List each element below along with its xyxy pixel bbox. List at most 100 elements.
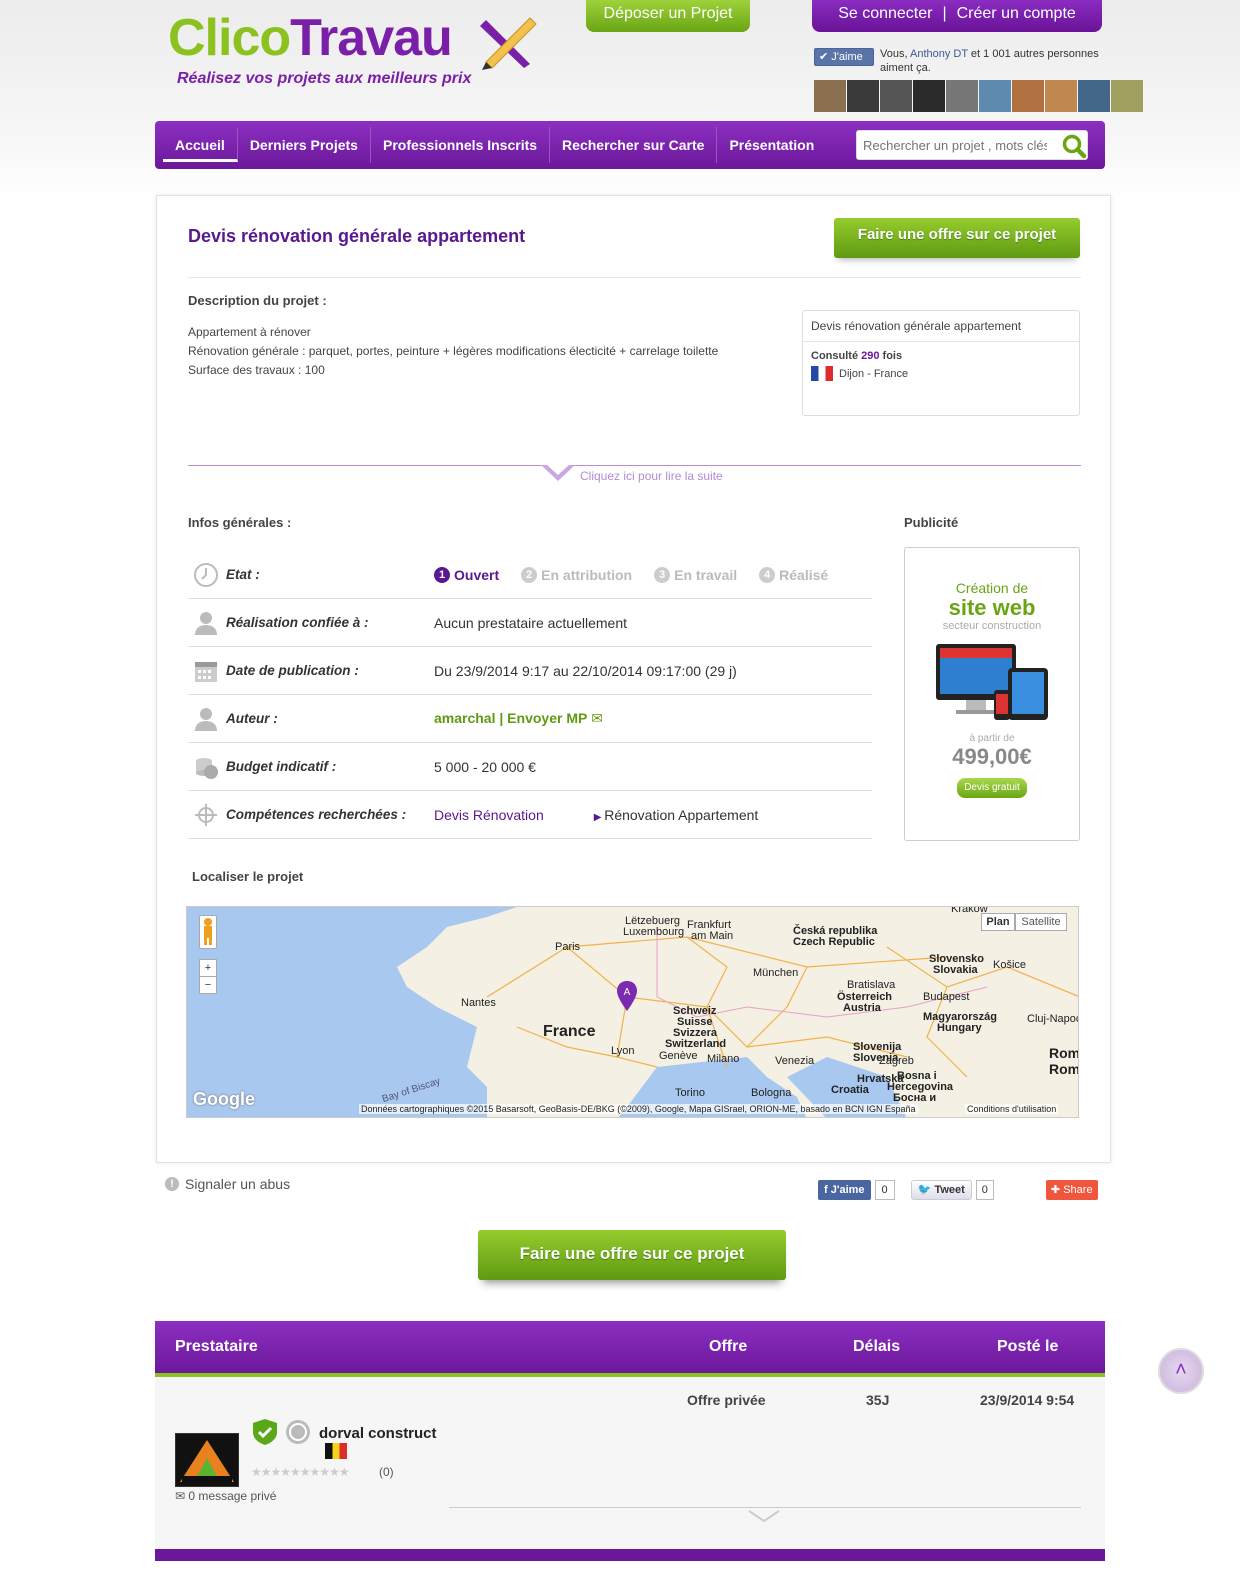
avatar[interactable] bbox=[1045, 80, 1077, 112]
nav-accueil[interactable]: Accueil bbox=[163, 128, 238, 162]
search-icon[interactable] bbox=[1061, 133, 1087, 159]
read-more-link[interactable]: Cliquez ici pour lire la suite bbox=[580, 469, 723, 483]
row-budget: Budget indicatif : 5 000 - 20 000 € bbox=[188, 743, 872, 791]
posted-date: 23/9/2014 9:54 bbox=[980, 1392, 1075, 1408]
calendar-icon bbox=[195, 661, 217, 682]
map-label: Cluj-Napoca bbox=[1027, 1013, 1078, 1025]
map-label: Hungary bbox=[937, 1022, 982, 1034]
avatar[interactable] bbox=[979, 80, 1011, 112]
view-number: 290 bbox=[861, 350, 880, 362]
envelope-icon[interactable]: ✉ bbox=[591, 710, 603, 726]
map-label: Paris bbox=[555, 941, 581, 953]
step-realise: 4 Réalisé bbox=[759, 566, 829, 583]
view-count: Consulté 290 fois bbox=[803, 342, 1079, 366]
tweet-count: 0 bbox=[975, 1180, 994, 1200]
zoom-out-button[interactable]: − bbox=[199, 976, 217, 994]
make-offer-button-bottom[interactable]: Faire une offre sur ce projet bbox=[478, 1230, 786, 1280]
nav-professionnels[interactable]: Professionnels Inscrits bbox=[371, 127, 551, 163]
avatar[interactable] bbox=[1078, 80, 1110, 112]
map-label: Budapest bbox=[923, 991, 970, 1003]
desc-line: Rénovation générale : parquet, portes, p… bbox=[188, 344, 719, 358]
zoom-in-button[interactable]: + bbox=[199, 959, 217, 977]
deposer-projet-button[interactable]: Déposer un Projet bbox=[586, 0, 750, 32]
author-link[interactable]: amarchal bbox=[434, 710, 495, 726]
advertisement[interactable]: Création de site web secteur constructio… bbox=[904, 547, 1080, 841]
avatar[interactable] bbox=[913, 80, 945, 112]
nav-derniers-projets[interactable]: Derniers Projets bbox=[238, 127, 371, 163]
status-steps: 1 Ouvert 2 En attribution 3 En travail 4 Réa… bbox=[434, 566, 829, 583]
tagline: Réalisez vos projets aux meilleurs prix bbox=[177, 70, 472, 87]
budget-value: 5 000 - 20 000 € bbox=[434, 758, 536, 775]
chevron-down-icon[interactable] bbox=[541, 465, 575, 483]
competence-link[interactable]: Devis Rénovation bbox=[434, 807, 544, 823]
author-icon bbox=[195, 707, 217, 731]
marker-label: A bbox=[624, 987, 631, 998]
date-label: Date de publication : bbox=[226, 663, 359, 678]
row-auteur: Auteur : amarchal | Envoyer MP ✉ bbox=[188, 695, 872, 743]
street-view-pegman-icon[interactable] bbox=[199, 915, 217, 949]
map-plan-button[interactable]: Plan bbox=[981, 913, 1015, 931]
send-message-link[interactable]: | Envoyer MP bbox=[499, 710, 587, 726]
avatar[interactable] bbox=[1111, 80, 1143, 112]
logo-text-clico: Clico bbox=[168, 9, 291, 67]
tweet-button[interactable]: 🐦 Tweet bbox=[910, 1180, 972, 1200]
report-abuse[interactable]: ! Signaler un abus bbox=[165, 1176, 290, 1192]
map-label: Genève bbox=[659, 1050, 698, 1062]
map-label: Slovakia bbox=[933, 964, 978, 976]
provider-logo[interactable] bbox=[175, 1433, 239, 1487]
ad-from: à partir de bbox=[969, 733, 1015, 744]
ad-devis-button[interactable]: Devis gratuit bbox=[957, 778, 1027, 798]
map-marker-icon[interactable]: A bbox=[617, 981, 637, 1011]
nav-presentation[interactable]: Présentation bbox=[717, 127, 826, 163]
chevron-down-icon[interactable] bbox=[747, 1509, 781, 1523]
competence-sub[interactable]: ▶ Rénovation Appartement bbox=[594, 807, 759, 823]
facebook-faces bbox=[814, 80, 1143, 112]
avatar[interactable] bbox=[1012, 80, 1044, 112]
map-terms-link[interactable]: Conditions d'utilisation bbox=[965, 1104, 1059, 1114]
date-value: Du 23/9/2014 9:17 au 22/10/2014 09:17:00… bbox=[434, 662, 737, 679]
fb-text-a: Vous, bbox=[880, 48, 910, 60]
infos-generales-label: Infos générales : bbox=[188, 515, 292, 530]
map-satellite-button[interactable]: Satellite bbox=[1015, 913, 1067, 931]
search-input[interactable] bbox=[857, 131, 1047, 159]
twitter-icon: 🐦 bbox=[917, 1184, 932, 1196]
map-label: am Main bbox=[691, 930, 734, 942]
make-offer-button[interactable]: Faire une offre sur ce projet bbox=[834, 218, 1080, 258]
map-label: Bratislava bbox=[847, 979, 896, 991]
avatar[interactable] bbox=[880, 80, 912, 112]
facebook-like-small-button[interactable]: f J'aime bbox=[818, 1180, 871, 1200]
fb-like-label: J'aime bbox=[831, 51, 863, 63]
create-account-link[interactable]: Créer un compte bbox=[957, 0, 1076, 32]
map-label: Torino bbox=[675, 1087, 705, 1099]
localiser-label: Localiser le projet bbox=[192, 869, 304, 884]
budget-label: Budget indicatif : bbox=[226, 759, 337, 774]
map-label: Nantes bbox=[461, 997, 496, 1009]
avatar[interactable] bbox=[946, 80, 978, 112]
google-logo[interactable]: Google bbox=[193, 1089, 255, 1110]
logo-text-travau: Travau bbox=[290, 9, 453, 67]
offers-table-header: Prestataire Offre Délais Posté le bbox=[155, 1321, 1105, 1377]
summary-title: Devis rénovation générale appartement bbox=[803, 311, 1079, 342]
map-label: Croatia bbox=[831, 1084, 869, 1096]
ad-subline: secteur construction bbox=[942, 620, 1042, 632]
step-ouvert: 1 Ouvert bbox=[434, 566, 499, 583]
fb-friend-link[interactable]: Anthony DT bbox=[910, 48, 968, 60]
coins-icon bbox=[196, 757, 218, 779]
map-label: Босна и bbox=[893, 1092, 937, 1104]
facebook-like-button[interactable]: ✔ J'aime bbox=[814, 48, 874, 66]
row-realisation: Réalisation confiée à : Aucun prestatair… bbox=[188, 599, 872, 647]
private-messages[interactable]: ✉ 0 message privé bbox=[175, 1489, 276, 1503]
step-number: 1 bbox=[434, 566, 450, 583]
provider-name[interactable]: dorval construct bbox=[319, 1425, 437, 1442]
nav-carte[interactable]: Rechercher sur Carte bbox=[550, 127, 718, 163]
step-label: Réalisé bbox=[779, 566, 829, 583]
step-number: 3 bbox=[654, 566, 671, 583]
login-link[interactable]: Se connecter bbox=[838, 0, 932, 32]
avatar[interactable] bbox=[847, 80, 879, 112]
rating-count: (0) bbox=[379, 1465, 394, 1479]
avatar[interactable] bbox=[814, 80, 846, 112]
share-button[interactable]: ✚ Share bbox=[1045, 1180, 1098, 1200]
scroll-to-top-button[interactable]: ˄ bbox=[1158, 1348, 1204, 1394]
realisation-label: Réalisation confiée à : bbox=[226, 615, 369, 630]
project-map[interactable]: Paris France Nantes Lyon Lëtzebuerg Luxe… bbox=[186, 906, 1079, 1118]
